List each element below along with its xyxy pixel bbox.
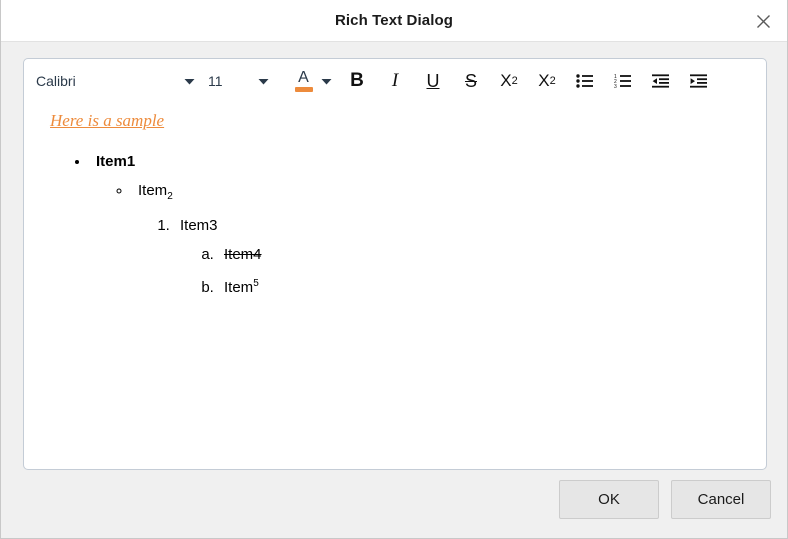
subscript-base: X (500, 71, 512, 90)
editor-panel: Calibri 11 A B I U S X 2 X 2 1 2 3 Here … (23, 58, 767, 470)
list-item-label: Item4 (224, 246, 262, 263)
list-item-label: Item1 (96, 153, 136, 170)
underline-button[interactable]: U (414, 66, 452, 96)
bullet-list-level1: Item1 Item2 Item3 Item4 (90, 147, 752, 302)
increase-indent-button[interactable] (680, 66, 718, 96)
superscript-base: X (538, 71, 550, 90)
chevron-down-icon (258, 78, 269, 85)
font-family-select[interactable]: Calibri (34, 68, 206, 94)
ok-button[interactable]: OK (559, 480, 659, 519)
strikethrough-button[interactable]: S (452, 66, 490, 96)
editor-content[interactable]: Here is a sample Item1 Item2 Item3 (24, 103, 766, 469)
italic-button[interactable]: I (376, 66, 414, 96)
svg-text:3: 3 (614, 84, 617, 88)
superscript-button[interactable]: X2 (528, 66, 566, 96)
list-item-label: Item3 (180, 217, 218, 234)
list-item: Item1 Item2 Item3 Item4 (90, 147, 752, 302)
chevron-down-icon[interactable] (321, 78, 332, 85)
sample-text: Here is a sample (50, 111, 165, 130)
rich-text-dialog: Rich Text Dialog Calibri 11 A B I U S X … (0, 0, 788, 539)
dialog-titlebar: Rich Text Dialog (1, 0, 787, 42)
numbered-list-level3: Item3 Item4 Item5 (174, 211, 752, 302)
font-size-select[interactable]: 11 (206, 68, 286, 94)
decrease-indent-button[interactable] (642, 66, 680, 96)
cancel-button[interactable]: Cancel (671, 480, 771, 519)
editor-toolbar: Calibri 11 A B I U S X 2 X 2 1 2 3 (24, 59, 766, 103)
list-item: Item3 Item4 Item5 (174, 211, 752, 302)
text-color-swatch (294, 87, 313, 92)
list-item: Item5 (218, 269, 752, 302)
list-item: Item4 (218, 240, 752, 269)
close-icon[interactable] (747, 6, 779, 36)
bold-button[interactable]: B (338, 66, 376, 96)
superscript-digit: 2 (549, 75, 556, 87)
subscript-digit: 2 (511, 75, 518, 87)
list-item-label: Item2 (138, 176, 173, 211)
item2-subscript: 2 (167, 191, 173, 202)
dialog-title: Rich Text Dialog (334, 12, 453, 29)
dialog-footer: OK Cancel (1, 469, 787, 538)
font-family-value: Calibri (36, 73, 76, 89)
text-color-glyph: A (298, 69, 309, 86)
item2-base: Item (138, 182, 168, 199)
font-size-value: 11 (208, 73, 223, 89)
text-color-button[interactable]: A (294, 67, 332, 95)
list-item-label: Item5 (224, 269, 259, 302)
bullet-list-level2: Item2 Item3 Item4 Item5 (132, 176, 752, 302)
alpha-list-level4: Item4 Item5 (218, 240, 752, 302)
item5-base: Item (224, 279, 254, 296)
numbered-list-button[interactable]: 1 2 3 (604, 66, 642, 96)
item5-superscript: 5 (253, 278, 259, 289)
subscript-button[interactable]: X2 (490, 66, 528, 96)
bullet-list-button[interactable] (566, 66, 604, 96)
list-item: Item2 Item3 Item4 Item5 (132, 176, 752, 302)
chevron-down-icon (184, 78, 195, 85)
text-color-icon: A (294, 69, 313, 93)
